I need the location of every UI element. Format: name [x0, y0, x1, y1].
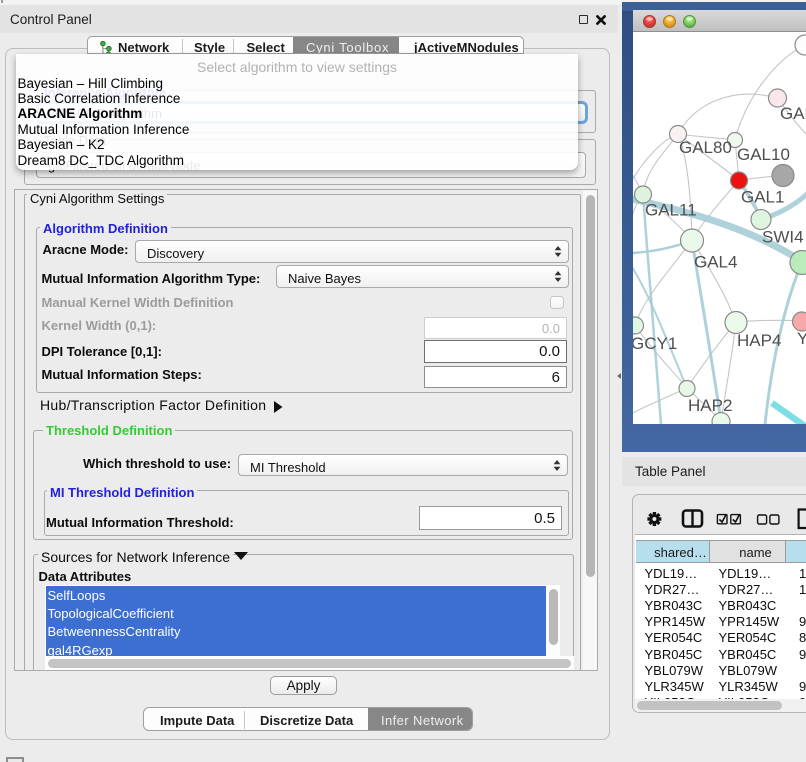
- svg-text:GAL7: GAL7: [780, 104, 806, 123]
- svg-text:GAL10: GAL10: [737, 145, 790, 164]
- svg-text:GCY1: GCY1: [633, 334, 677, 353]
- svg-text:GAL11: GAL11: [645, 201, 697, 220]
- svg-text:GAL1: GAL1: [741, 188, 784, 207]
- svg-text:SWI4: SWI4: [762, 228, 804, 247]
- svg-text:HAP4: HAP4: [737, 331, 781, 350]
- svg-text:GAL80: GAL80: [679, 138, 732, 157]
- svg-text:GAL4: GAL4: [694, 253, 737, 272]
- svg-text:YJ: YJ: [797, 329, 806, 348]
- svg-text:HAP2: HAP2: [688, 396, 732, 415]
